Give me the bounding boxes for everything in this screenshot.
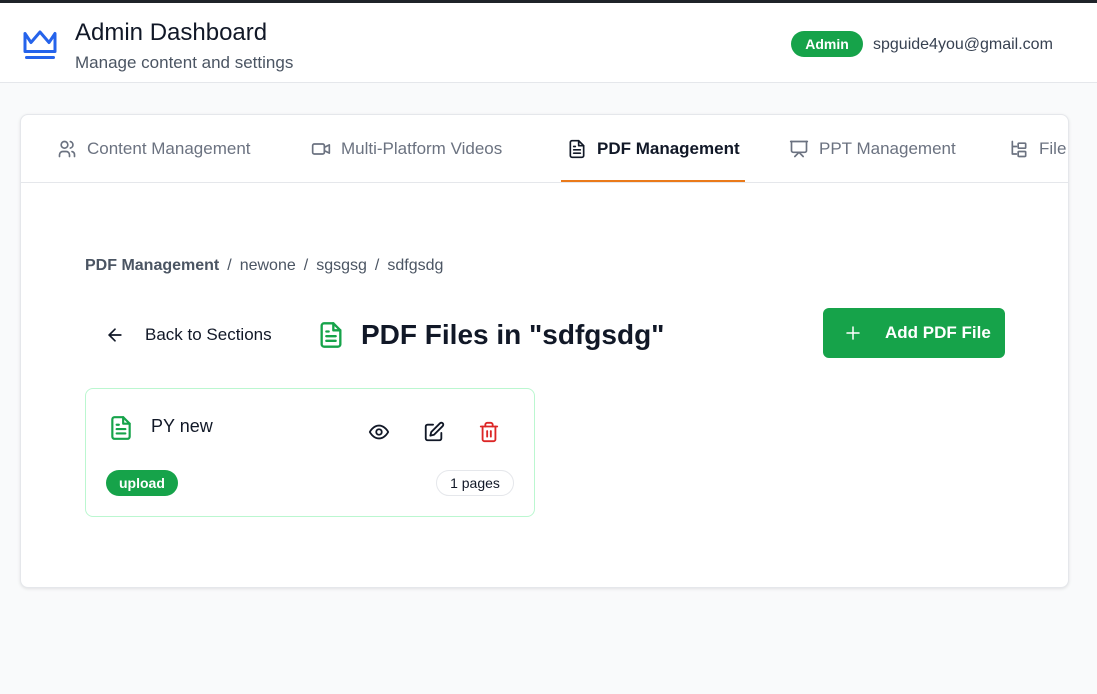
breadcrumb-item[interactable]: sgsgsg bbox=[316, 257, 367, 274]
back-label: Back to Sections bbox=[145, 325, 272, 344]
eye-icon[interactable] bbox=[368, 421, 390, 443]
breadcrumb: PDF Management / newone / sgsgsg / sdfgsdg bbox=[85, 257, 443, 275]
folder-tree-icon bbox=[1011, 140, 1027, 158]
crown-icon bbox=[23, 30, 57, 59]
app-subtitle: Manage content and settings bbox=[75, 53, 294, 72]
page-count-badge: 1 pages bbox=[436, 470, 514, 496]
presentation-icon bbox=[789, 140, 809, 158]
pdf-file-card: PY new upload 1 pages bbox=[85, 388, 535, 517]
active-tab-indicator bbox=[561, 180, 745, 182]
tab-label: File Ma bbox=[1039, 139, 1068, 158]
breadcrumb-separator: / bbox=[374, 257, 380, 274]
plus-icon bbox=[846, 326, 860, 340]
breadcrumb-item[interactable]: PDF Management bbox=[85, 257, 219, 274]
tab-label: PDF Management bbox=[597, 139, 740, 158]
edit-icon[interactable] bbox=[423, 421, 445, 443]
file-text-icon bbox=[111, 416, 131, 440]
tab-pdf-management[interactable]: PDF Management bbox=[567, 115, 740, 183]
tab-label: PPT Management bbox=[819, 139, 956, 158]
tab-label: Multi-Platform Videos bbox=[341, 139, 503, 158]
arrow-left-icon bbox=[108, 328, 122, 342]
page-title-text: PDF Files in "sdfgsdg" bbox=[361, 319, 665, 350]
back-to-sections-button[interactable]: Back to Sections bbox=[105, 319, 272, 351]
page-title: PDF Files in "sdfgsdg" bbox=[317, 315, 664, 355]
app-header: Admin Dashboard Manage content and setti… bbox=[0, 3, 1097, 83]
user-email: spguide4you@gmail.com bbox=[873, 36, 1053, 53]
breadcrumb-item: sdfgsdg bbox=[387, 257, 444, 274]
tab-file-management[interactable]: File Ma bbox=[1009, 115, 1068, 183]
trash-icon[interactable] bbox=[478, 421, 500, 443]
tab-label: Content Management bbox=[87, 139, 251, 158]
app-title: Admin Dashboard bbox=[75, 19, 268, 46]
tab-multi-platform-videos[interactable]: Multi-Platform Videos bbox=[311, 115, 502, 183]
breadcrumb-item[interactable]: newone bbox=[240, 257, 296, 274]
add-button-label: Add PDF File bbox=[885, 323, 991, 342]
file-type-badge: upload bbox=[106, 470, 178, 496]
video-icon bbox=[311, 143, 331, 155]
tab-bar: Content Management Multi-Platform Videos… bbox=[21, 115, 1068, 183]
main-card: Content Management Multi-Platform Videos… bbox=[20, 114, 1069, 588]
file-text-icon bbox=[569, 139, 585, 159]
tab-content-management[interactable]: Content Management bbox=[57, 115, 251, 183]
tab-ppt-management[interactable]: PPT Management bbox=[789, 115, 956, 183]
file-text-icon bbox=[320, 322, 342, 348]
file-name: PY new bbox=[151, 416, 213, 436]
breadcrumb-separator: / bbox=[303, 257, 309, 274]
add-pdf-file-button[interactable]: Add PDF File bbox=[823, 308, 1005, 358]
role-badge: Admin bbox=[791, 31, 863, 57]
users-icon bbox=[58, 140, 76, 158]
breadcrumb-separator: / bbox=[227, 257, 232, 274]
